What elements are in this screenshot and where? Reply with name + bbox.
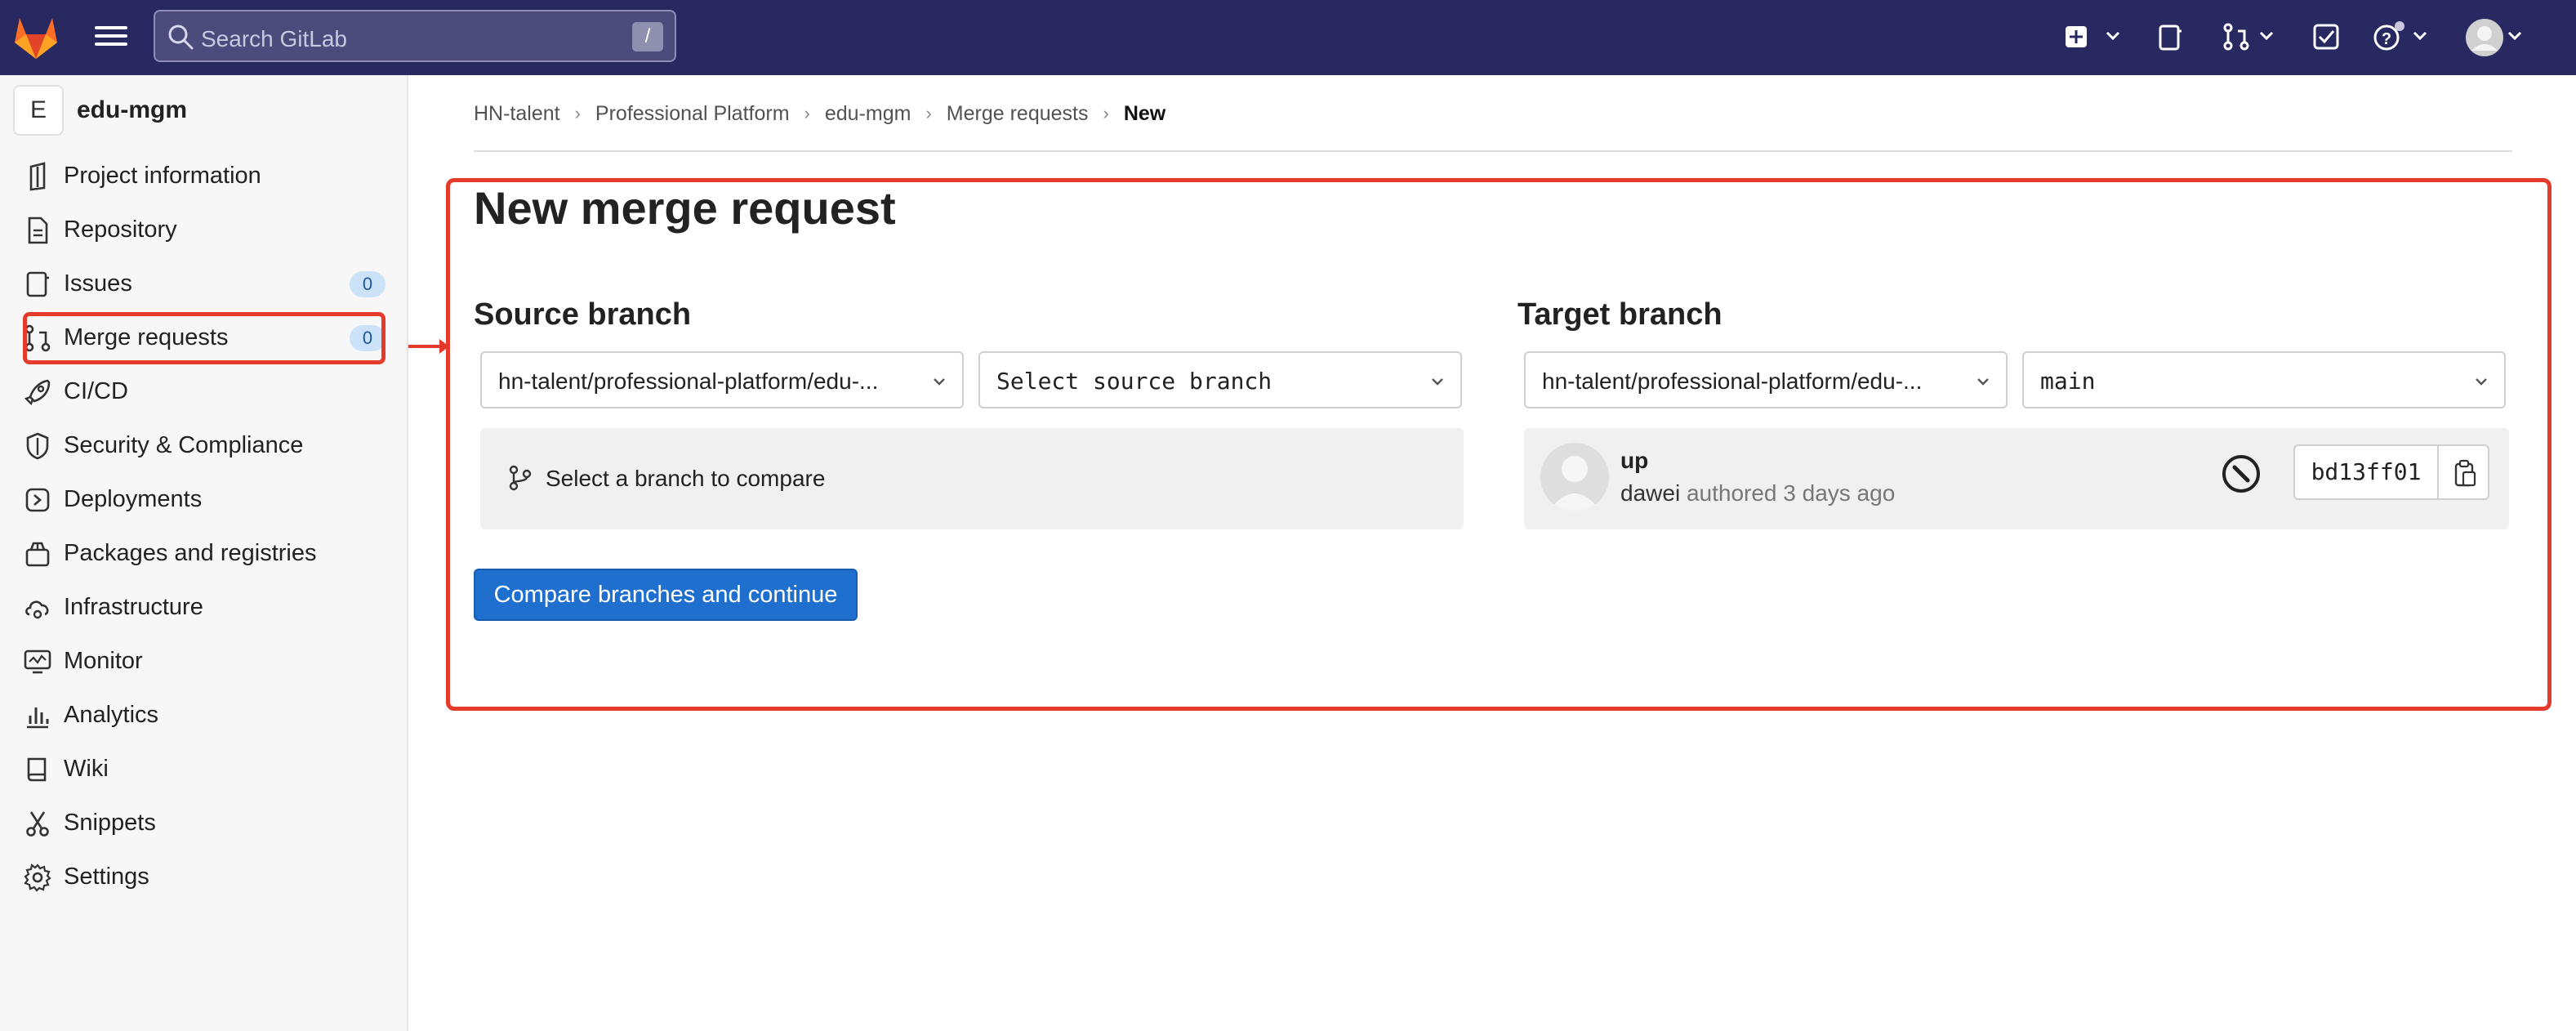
package-icon [25, 542, 50, 567]
chevron-right-icon: › [804, 103, 810, 124]
user-avatar[interactable] [2465, 18, 2504, 57]
breadcrumb-divider [474, 150, 2512, 152]
sidebar-item-infrastructure[interactable]: Infrastructure [23, 583, 382, 629]
cloud-gear-icon [25, 600, 49, 619]
breadcrumb-item[interactable]: Professional Platform [595, 102, 790, 125]
sidebar-item-packages-registries[interactable]: Packages and registries [23, 529, 382, 575]
sidebar-item-label: Infrastructure [64, 594, 203, 620]
chevron-down-icon[interactable] [2257, 23, 2275, 49]
sidebar-item-label: Wiki [64, 756, 109, 782]
sidebar-item-wiki[interactable]: Wiki [23, 745, 382, 791]
sidebar-item-repository[interactable]: Repository [23, 206, 382, 252]
annotation-arrow [408, 339, 449, 354]
sidebar-item-analytics[interactable]: Analytics [23, 691, 382, 737]
sidebar-item-label: CI/CD [64, 378, 128, 404]
chevron-down-icon[interactable] [2411, 23, 2429, 49]
sidebar-item-ci-cd[interactable]: CI/CD [23, 368, 382, 413]
analytics-icon [27, 707, 49, 729]
sidebar-item-issues[interactable]: Issues 0 [23, 260, 386, 306]
chevron-down-icon[interactable] [2104, 23, 2122, 49]
sidebar-item-label: Snippets [64, 810, 156, 836]
sidebar-item-monitor[interactable]: Monitor [23, 637, 382, 683]
chevron-down-icon[interactable] [2506, 23, 2524, 49]
breadcrumb-item[interactable]: edu-mgm [825, 102, 911, 125]
sidebar-item-label: Repository [64, 216, 177, 243]
rocket-icon [24, 379, 51, 406]
sidebar-item-label: Issues [64, 270, 132, 297]
sidebar-item-settings[interactable]: Settings [23, 853, 382, 899]
search-placeholder: Search GitLab [201, 26, 347, 51]
top-bar: Search GitLab / ? [0, 0, 2576, 75]
gitlab-logo[interactable] [11, 15, 60, 60]
sidebar-item-snippets[interactable]: Snippets [23, 799, 382, 845]
sidebar-item-deployments[interactable]: Deployments [23, 475, 382, 521]
sidebar: E edu-mgm Project information Repository… [0, 75, 408, 1031]
search-input[interactable]: Search GitLab / [154, 10, 676, 62]
new-item-icon[interactable] [2061, 20, 2091, 54]
chevron-right-icon: › [1103, 103, 1109, 124]
project-info-icon [29, 162, 46, 191]
sidebar-item-label: Monitor [64, 648, 143, 674]
sidebar-item-label: Deployments [64, 486, 203, 512]
help-icon[interactable]: ? [2372, 20, 2408, 54]
book-icon [27, 757, 47, 782]
issues-icon [26, 271, 49, 297]
annotation-highlight-merge-requests [23, 312, 386, 364]
chevron-right-icon: › [574, 103, 581, 124]
merge-requests-icon[interactable] [2222, 20, 2251, 54]
search-shortcut-key: / [632, 22, 663, 51]
project-avatar[interactable]: E [13, 85, 64, 136]
shield-icon [26, 432, 49, 460]
scissors-icon [26, 811, 49, 837]
sidebar-item-label: Settings [64, 864, 149, 890]
sidebar-item-label: Analytics [64, 702, 159, 728]
breadcrumb-item[interactable]: HN-talent [474, 102, 560, 125]
breadcrumb-current: New [1123, 101, 1166, 125]
todo-tab-icon[interactable] [2156, 20, 2184, 54]
sidebar-item-label: Security & Compliance [64, 432, 304, 458]
sidebar-item-label: Packages and registries [64, 540, 317, 566]
breadcrumb-item[interactable]: Merge requests [947, 102, 1089, 125]
chevron-right-icon: › [925, 103, 932, 124]
sidebar-item-security-compliance[interactable]: Security & Compliance [23, 422, 382, 467]
annotation-highlight-form [446, 178, 2551, 711]
gear-icon [24, 864, 51, 892]
deployments-icon [25, 488, 50, 512]
todo-check-icon[interactable] [2311, 20, 2341, 54]
svg-text:?: ? [2382, 30, 2391, 48]
document-icon [28, 216, 48, 244]
hamburger-icon[interactable] [95, 21, 127, 54]
breadcrumb: HN-talent › Professional Platform › edu-mgm ›… [474, 101, 1165, 126]
sidebar-item-project-information[interactable]: Project information [23, 152, 382, 198]
sidebar-item-label: Project information [64, 163, 261, 189]
monitor-icon [24, 649, 51, 674]
project-name[interactable]: edu-mgm [77, 96, 187, 124]
issues-count-badge: 0 [350, 271, 386, 297]
search-icon [168, 25, 194, 50]
